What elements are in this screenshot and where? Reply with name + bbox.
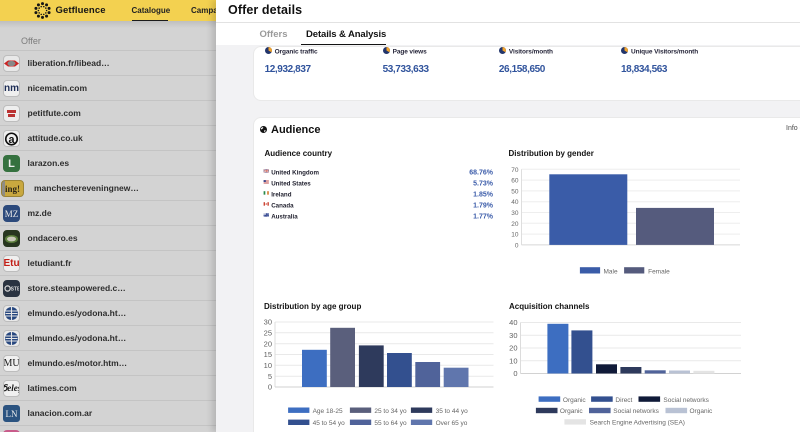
svg-text:20: 20	[511, 221, 519, 228]
svg-text:15: 15	[264, 350, 272, 359]
svg-text:20: 20	[509, 344, 517, 353]
svg-text:30: 30	[511, 210, 519, 217]
svg-text:Over 65 yo: Over 65 yo	[436, 420, 468, 427]
svg-text:a: a	[9, 133, 16, 145]
svg-text:Age 18-25: Age 18-25	[313, 408, 343, 415]
svg-text:10: 10	[511, 232, 519, 239]
svg-text:60: 60	[511, 178, 519, 185]
svg-text:1.79%: 1.79%	[473, 203, 494, 210]
svg-text:Canada: Canada	[271, 202, 294, 209]
svg-text:70: 70	[511, 167, 519, 174]
svg-text:Ireland: Ireland	[271, 191, 292, 198]
svg-text:Social networks: Social networks	[613, 408, 659, 415]
svg-text:10: 10	[509, 356, 517, 365]
svg-text:1.77%: 1.77%	[473, 214, 494, 221]
svg-text:Australia: Australia	[271, 213, 298, 220]
svg-text:5.73%: 5.73%	[473, 181, 494, 188]
svg-text:10: 10	[264, 361, 272, 370]
svg-text:25: 25	[264, 328, 272, 337]
svg-text:55 to 64 yo: 55 to 64 yo	[374, 420, 407, 427]
svg-text:30: 30	[264, 318, 272, 327]
svg-text:Male: Male	[604, 268, 618, 275]
svg-text:40: 40	[509, 318, 517, 327]
svg-text:30: 30	[509, 331, 517, 340]
svg-text:Social networks: Social networks	[663, 397, 709, 404]
svg-text:Female: Female	[648, 268, 670, 275]
svg-text:0: 0	[513, 369, 517, 378]
svg-text:0: 0	[268, 383, 272, 392]
svg-text:Direct: Direct	[615, 397, 632, 404]
svg-text:Organic: Organic	[560, 408, 584, 415]
svg-text:Organic: Organic	[563, 397, 587, 404]
svg-text:5: 5	[268, 372, 272, 381]
svg-text:Organic: Organic	[690, 408, 714, 415]
svg-text:25 to 34 yo: 25 to 34 yo	[374, 408, 407, 415]
svg-text:50: 50	[511, 188, 519, 195]
svg-text:1.85%: 1.85%	[473, 192, 494, 199]
svg-text:United States: United States	[271, 180, 311, 187]
svg-text:STE: STE	[11, 287, 19, 293]
svg-text:40: 40	[511, 199, 519, 206]
svg-text:20: 20	[264, 339, 272, 348]
svg-text:Search Engine Advertising (SEA: Search Engine Advertising (SEA)	[590, 420, 685, 427]
svg-text:United Kingdom: United Kingdom	[271, 169, 319, 176]
svg-text:0: 0	[515, 242, 519, 249]
svg-text:45 to 54 yo: 45 to 54 yo	[313, 420, 346, 427]
svg-text:68.76%: 68.76%	[469, 170, 494, 177]
svg-text:35 to 44 yo: 35 to 44 yo	[436, 408, 469, 415]
